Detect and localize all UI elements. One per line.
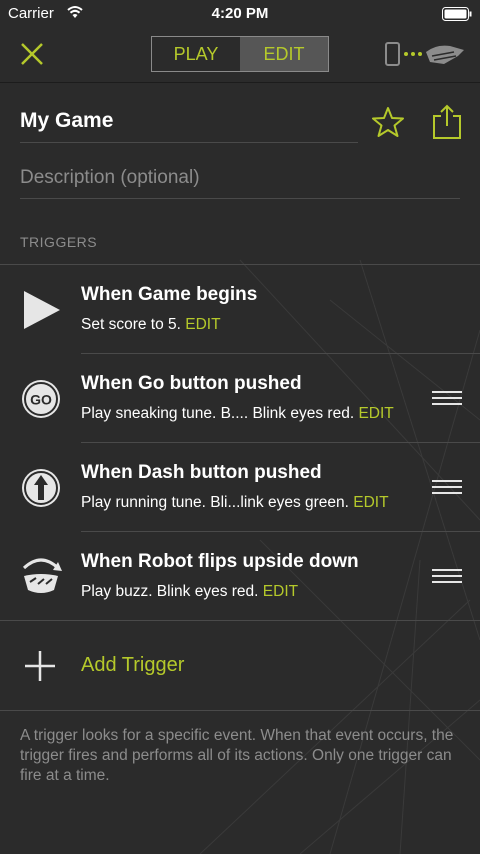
plus-icon [25,651,55,681]
trigger-title: When Game begins [81,284,258,305]
trigger-description: Play sneaking tune. B.... Blink eyes red… [81,405,394,422]
footer-help-text: A trigger looks for a specific event. Wh… [20,727,454,784]
game-title-input[interactable] [20,100,358,143]
star-icon [372,107,404,137]
close-icon [21,43,43,65]
trigger-title: When Robot flips upside down [81,551,359,572]
drag-handle-icon[interactable] [432,568,462,584]
trigger-edit-link[interactable]: EDIT [353,494,388,511]
go-button-icon: GO [22,380,60,418]
battery-icon [442,7,472,25]
nav-bar: PLAY EDIT [0,28,480,83]
trigger-edit-link[interactable]: EDIT [185,316,220,333]
divider [0,620,480,621]
dash-button-icon [22,469,60,507]
trigger-go-button[interactable]: GO When Go button pushed Play sneaking t… [0,354,480,443]
close-button[interactable] [18,40,46,68]
trigger-edit-link[interactable]: EDIT [358,405,393,422]
trigger-edit-link[interactable]: EDIT [263,583,298,600]
share-icon [433,104,461,139]
robot-connection-icon [385,42,464,66]
trigger-game-begins[interactable]: When Game begins Set score to 5. EDIT [0,265,480,354]
robot-connection-button[interactable] [384,38,466,72]
robot-flip-icon [22,558,62,593]
trigger-description: Play buzz. Blink eyes red. EDIT [81,583,299,600]
game-title-row [20,100,462,146]
triggers-header: TRIGGERS [20,234,98,250]
add-trigger-button[interactable]: Add Trigger [0,622,480,710]
trigger-description: Set score to 5. EDIT [81,316,221,333]
favorite-button[interactable] [372,106,404,138]
svg-text:GO: GO [30,392,52,408]
trigger-robot-flips[interactable]: When Robot flips upside down Play buzz. … [0,532,480,621]
tab-play[interactable]: PLAY [152,37,240,71]
description-input[interactable] [20,158,460,199]
tab-edit[interactable]: EDIT [240,37,328,71]
play-triangle-icon [24,291,60,329]
trigger-title: When Dash button pushed [81,462,322,483]
status-bar: Carrier 4:20 PM [0,0,480,28]
trigger-dash-button[interactable]: When Dash button pushed Play running tun… [0,443,480,532]
divider [0,710,480,711]
trigger-title: When Go button pushed [81,373,302,394]
share-button[interactable] [432,104,462,140]
status-time: 4:20 PM [211,5,269,22]
mode-segmented-control: PLAY EDIT [151,36,329,72]
drag-handle-icon[interactable] [432,390,462,406]
add-trigger-label: Add Trigger [81,654,185,676]
trigger-description: Play running tune. Bli...link eyes green… [81,494,389,511]
drag-handle-icon[interactable] [432,479,462,495]
